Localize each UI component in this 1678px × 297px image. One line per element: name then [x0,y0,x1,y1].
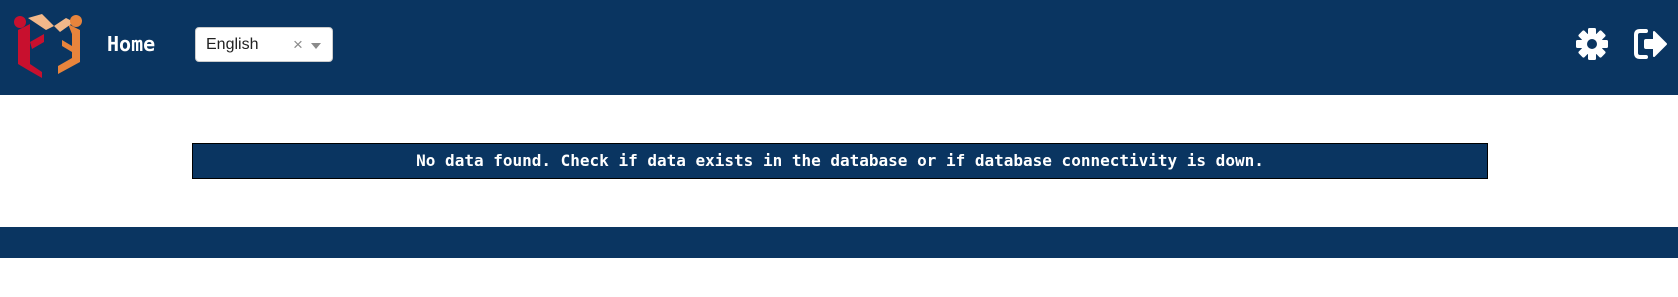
home-link[interactable]: Home [107,31,155,57]
footer-bar [0,227,1678,258]
gear-icon [1576,28,1608,60]
sign-out-icon [1634,29,1667,59]
chevron-down-icon[interactable] [311,43,321,49]
top-navbar: Home English × [0,0,1678,95]
clear-selection-icon[interactable]: × [293,35,303,55]
no-data-message: No data found. Check if data exists in t… [192,143,1488,179]
language-select[interactable]: English × [195,27,333,62]
language-selected-value: English [206,36,259,53]
settings-button[interactable] [1574,26,1610,62]
cube-logo-icon[interactable] [10,12,86,78]
logout-button[interactable] [1632,26,1668,62]
